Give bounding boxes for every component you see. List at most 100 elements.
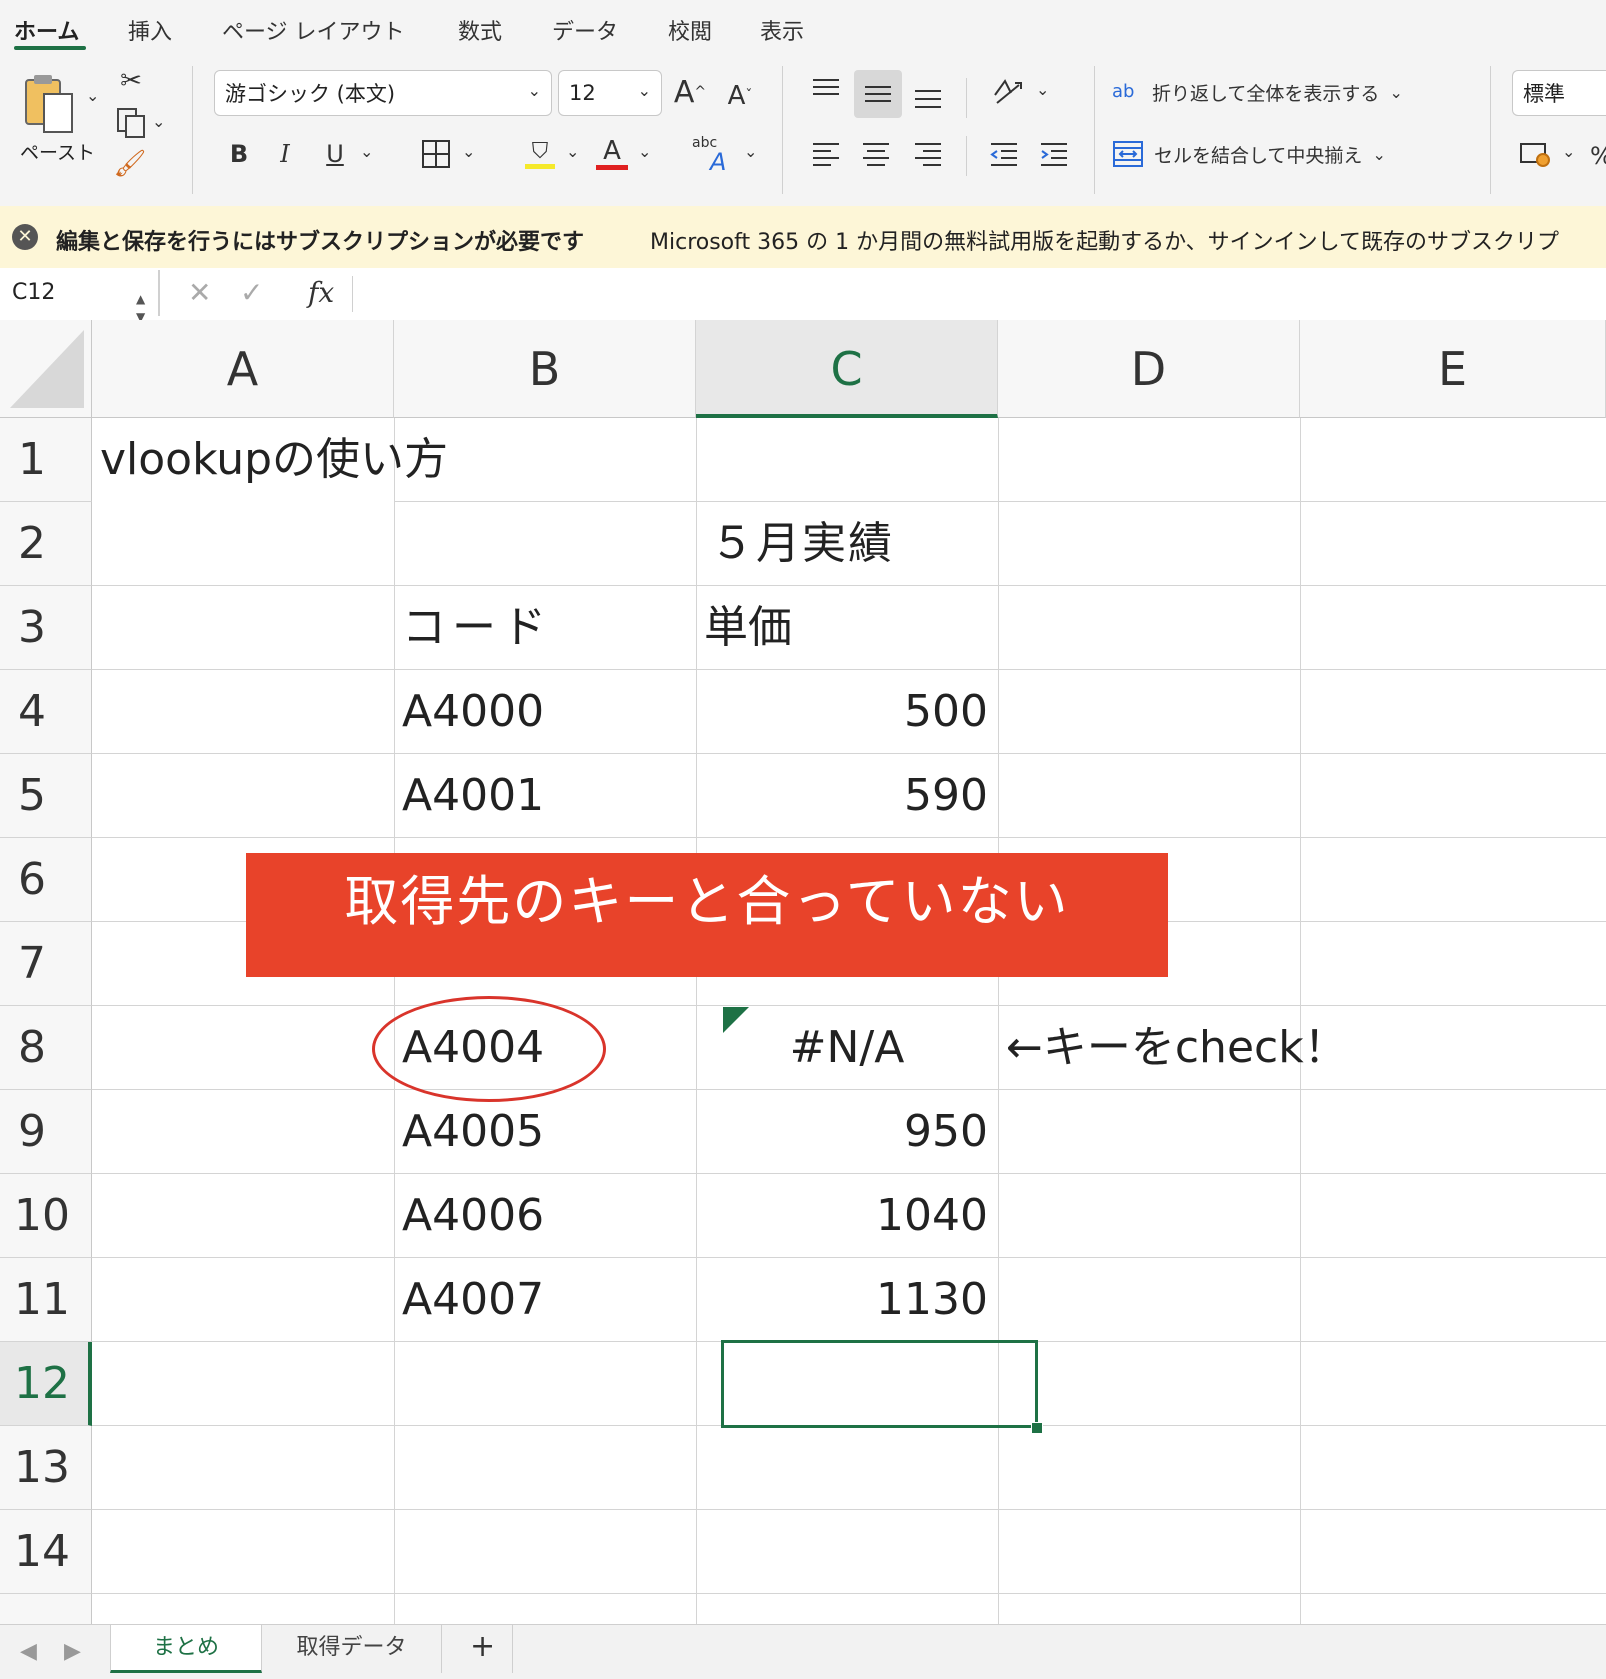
cell-b3[interactable]: コード [402,586,692,670]
close-circle-icon[interactable]: ✕ [12,224,38,250]
cell-b5[interactable]: A4001 [402,754,692,838]
tab-data[interactable]: データ [552,14,618,46]
cell-c11[interactable]: 1130 [696,1258,998,1342]
row-header-4[interactable]: 4 [0,670,92,754]
currency-format-button[interactable] [1516,136,1556,172]
insert-function-icon[interactable]: fx [308,276,334,309]
underline-button[interactable]: U [318,134,352,174]
borders-button[interactable] [418,136,454,172]
font-color-dropdown-chevron-icon[interactable]: ⌄ [638,142,651,161]
paste-dropdown-chevron-icon[interactable]: ⌄ [86,86,99,105]
row-header-3[interactable]: 3 [0,586,92,670]
orientation-button[interactable] [988,72,1028,112]
merge-center-button[interactable]: セルを結合して中央揃え ⌄ [1112,134,1492,174]
percent-style-icon[interactable]: % [1590,138,1606,174]
row-header-12[interactable]: 12 [0,1342,92,1426]
paste-button[interactable] [18,70,80,140]
cell-b10[interactable]: A4006 [402,1174,692,1258]
phonetic-dropdown-chevron-icon[interactable]: ⌄ [744,142,757,161]
sheet-prev-icon[interactable]: ◀ [20,1639,37,1664]
row-header-1[interactable]: 1 [0,418,92,502]
align-right-button[interactable] [908,134,948,174]
tab-insert[interactable]: 挿入 [128,14,172,46]
increase-indent-button[interactable] [1034,134,1074,174]
format-painter-icon[interactable]: 🖌 [114,148,147,180]
cell-a1[interactable]: vlookupの使い方 [100,418,690,502]
sheet-tab-source-data[interactable]: 取得データ [262,1625,442,1673]
row-header-5[interactable]: 5 [0,754,92,838]
align-center-button[interactable] [856,134,896,174]
column-header-a[interactable]: A [92,320,394,418]
tab-formulas[interactable]: 数式 [458,14,502,46]
row-header-15-partial[interactable] [0,1594,92,1624]
cancel-entry-icon[interactable]: ✕ [188,276,211,309]
row-header-14[interactable]: 14 [0,1510,92,1594]
select-all-corner[interactable] [0,320,92,418]
row-header-10[interactable]: 10 [0,1174,92,1258]
align-bottom-button[interactable] [908,76,948,116]
decrease-indent-button[interactable] [984,134,1024,174]
grow-font-button[interactable]: A ^ [670,72,710,112]
error-indicator-icon[interactable] [723,1007,749,1033]
bold-button[interactable]: B [222,134,256,174]
font-size-select[interactable]: 12 ⌄ [558,70,662,116]
wrap-text-button[interactable]: ab 折り返して全体を表示する ⌄ [1112,72,1492,112]
tab-home[interactable]: ホーム [14,14,79,46]
cell-c3[interactable]: 単価 [704,586,994,670]
phonetic-guide-button[interactable]: abc A [692,132,736,176]
italic-button[interactable]: I [268,134,302,174]
fill-color-dropdown-chevron-icon[interactable]: ⌄ [566,142,579,161]
active-cell-c12[interactable] [721,1340,1038,1428]
wrap-text-icon: ab [1112,81,1135,102]
font-name-select[interactable]: 游ゴシック (本文) ⌄ [214,70,552,116]
cell-c5[interactable]: 590 [696,754,998,838]
orientation-dropdown-chevron-icon[interactable]: ⌄ [1036,80,1049,99]
cut-icon[interactable]: ✂ [116,66,146,96]
row-header-11[interactable]: 11 [0,1258,92,1342]
sheet-next-icon[interactable]: ▶ [64,1639,81,1664]
cell-b4[interactable]: A4000 [402,670,692,754]
column-header-b[interactable]: B [394,320,696,418]
align-left-button[interactable] [806,134,846,174]
column-header-d[interactable]: D [998,320,1300,418]
tab-view[interactable]: 表示 [760,14,804,46]
font-color-button[interactable]: A [594,132,630,174]
row-header-13[interactable]: 13 [0,1426,92,1510]
currency-format-icon [1520,143,1550,167]
row-header-8[interactable]: 8 [0,1006,92,1090]
row-header-7[interactable]: 7 [0,922,92,1006]
cell-c9[interactable]: 950 [696,1090,998,1174]
sheet-tab-summary[interactable]: まとめ [110,1625,262,1673]
fill-color-button[interactable]: ⛉ [522,134,558,174]
borders-dropdown-chevron-icon[interactable]: ⌄ [462,142,475,161]
cell-b11[interactable]: A4007 [402,1258,692,1342]
column-header-e[interactable]: E [1300,320,1606,418]
cell-c10[interactable]: 1040 [696,1174,998,1258]
tab-review[interactable]: 校閲 [668,14,712,46]
row-header-2[interactable]: 2 [0,502,92,586]
row-header-9[interactable]: 9 [0,1090,92,1174]
cell-b9[interactable]: A4005 [402,1090,692,1174]
name-box[interactable]: C12 ▲ ▼ [0,270,160,324]
cell-c4[interactable]: 500 [696,670,998,754]
cell-c2[interactable]: ５月実績 [710,502,990,586]
align-middle-button[interactable] [854,70,902,118]
currency-dropdown-chevron-icon[interactable]: ⌄ [1562,142,1575,161]
worksheet-grid[interactable]: A B C D E 1 2 3 4 5 6 7 8 9 10 11 12 13 … [0,320,1606,1624]
cell-d8[interactable]: ←キーをcheck！ [1006,1006,1606,1090]
row-header-6[interactable]: 6 [0,838,92,922]
shrink-font-button[interactable]: Aˇ [720,76,760,116]
tab-page-layout[interactable]: ページ レイアウト [222,14,405,46]
column-header-c[interactable]: C [696,320,998,418]
align-middle-icon [865,86,891,102]
underline-dropdown-chevron-icon[interactable]: ⌄ [360,142,373,161]
font-color-icon: A [603,135,621,166]
copy-dropdown-chevron-icon[interactable]: ⌄ [152,112,165,131]
align-top-button[interactable] [806,70,846,110]
number-format-select[interactable]: 標準 [1512,70,1606,116]
align-left-icon [813,143,839,166]
fill-handle[interactable] [1031,1422,1043,1434]
confirm-entry-icon[interactable]: ✓ [240,276,263,309]
add-sheet-icon[interactable]: + [470,1629,495,1664]
copy-button[interactable] [114,106,148,140]
